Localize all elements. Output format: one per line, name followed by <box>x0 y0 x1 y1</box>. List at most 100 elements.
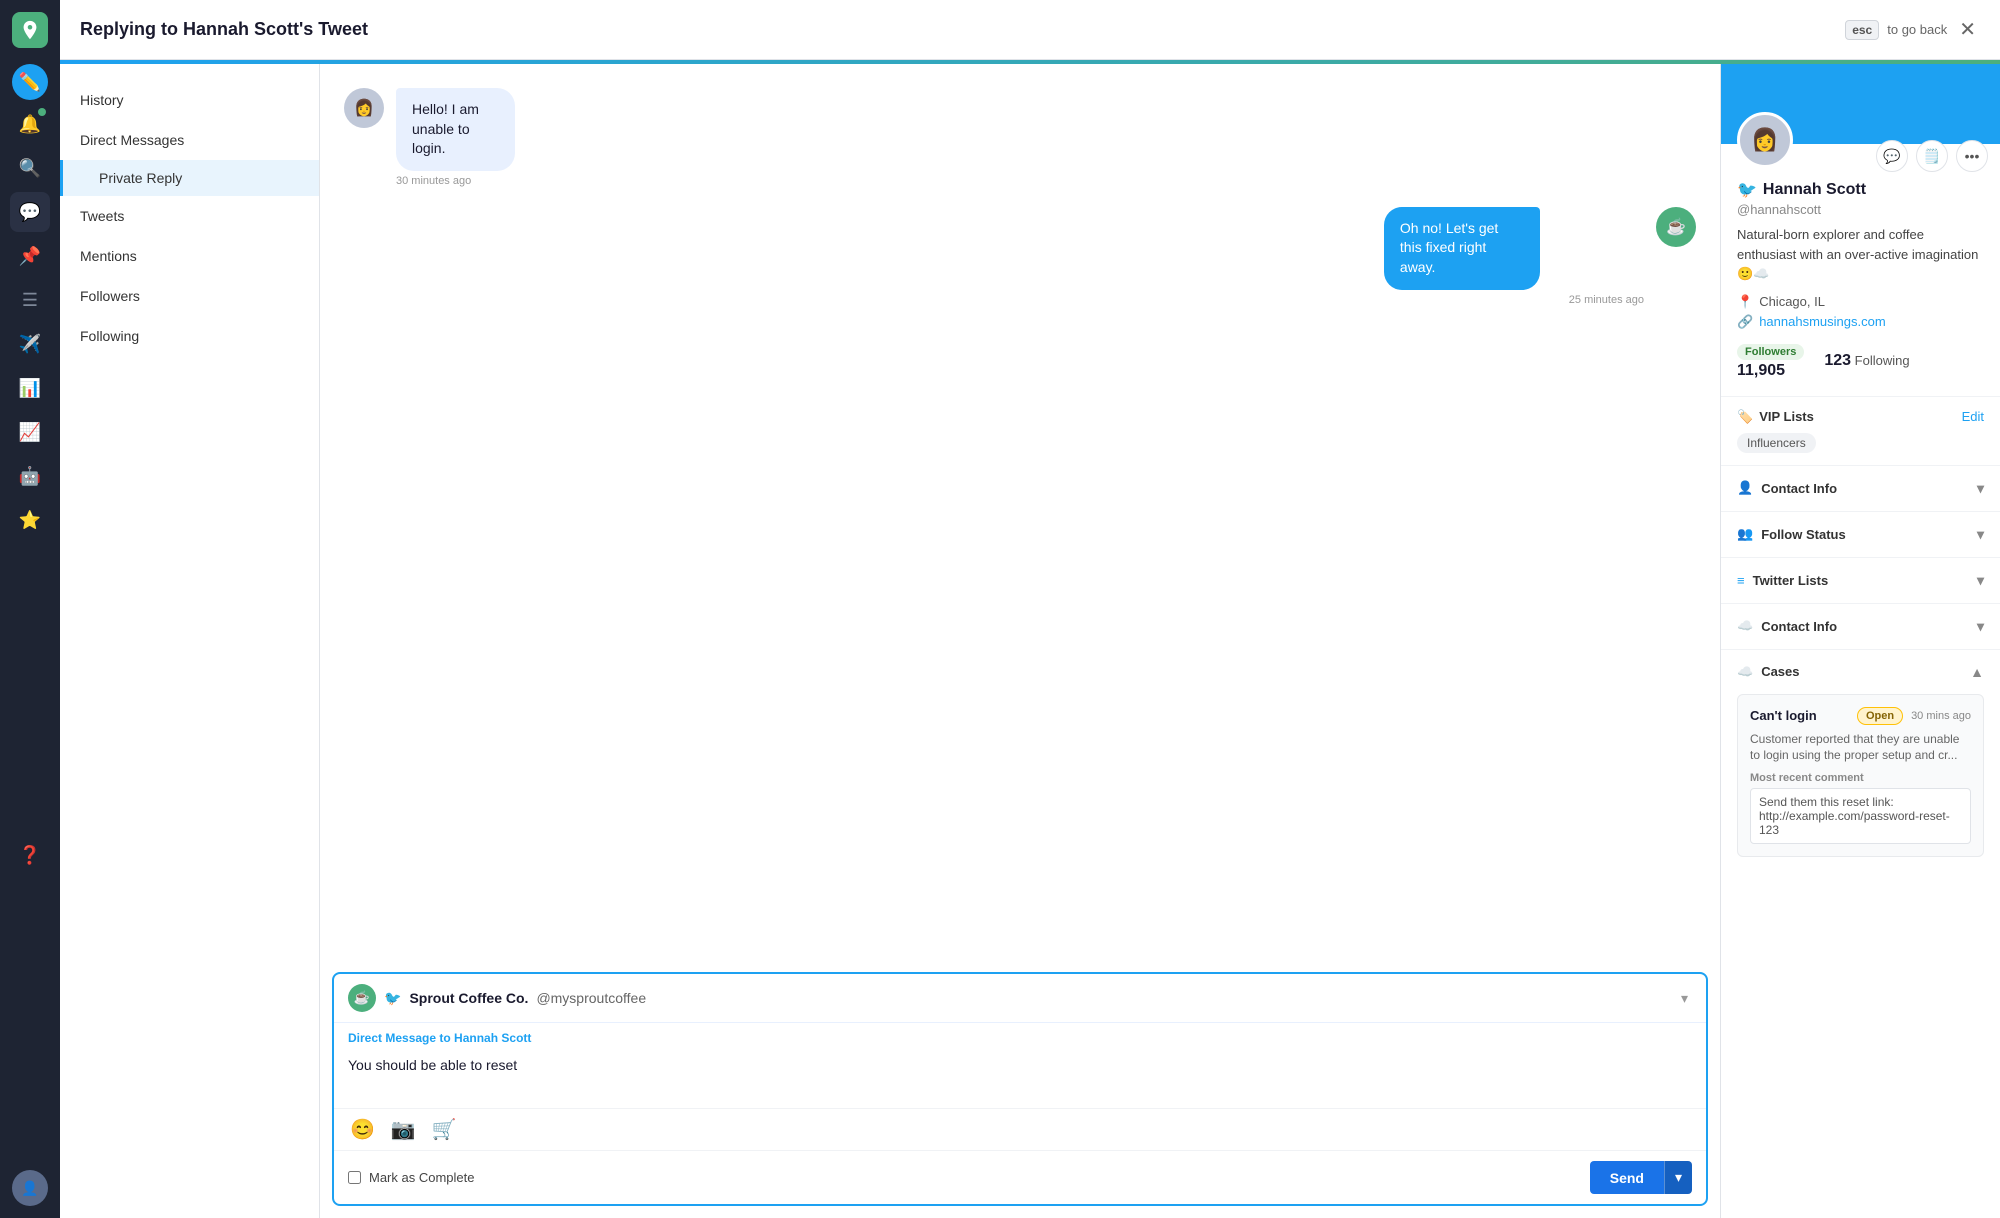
nav-send-btn[interactable]: ✈️ <box>10 324 50 364</box>
reply-box-header: ☕ 🐦 Sprout Coffee Co. @mysproutcoffee ▾ <box>334 974 1706 1023</box>
reply-sender-name: Sprout Coffee Co. <box>409 990 528 1006</box>
nav-list-btn[interactable]: ☰ <box>10 280 50 320</box>
vip-label: VIP Lists <box>1759 409 1814 424</box>
mark-complete-label[interactable]: Mark as Complete <box>348 1170 474 1185</box>
profile-more-btn[interactable]: ••• <box>1956 140 1988 172</box>
profile-banner: 👩 💬 🗒️ ••• <box>1721 64 2000 144</box>
case-status-group: Open 30 mins ago <box>1857 707 1971 725</box>
following-stat: 123 Following <box>1824 352 1909 370</box>
sf-contact-info-section: ☁️ Contact Info ▾ <box>1721 603 2000 649</box>
sf-contact-info-label: Contact Info <box>1761 619 1837 634</box>
sidebar-item-history[interactable]: History <box>60 80 319 120</box>
reply-sender: ☕ 🐦 Sprout Coffee Co. @mysproutcoffee <box>348 984 646 1012</box>
nav-compose-btn[interactable]: ✏️ <box>12 64 48 100</box>
twitter-lists-header[interactable]: ≡ Twitter Lists ▾ <box>1721 558 2000 603</box>
reply-sender-handle: @mysproutcoffee <box>536 990 646 1006</box>
outgoing-avatar-image: ☕ <box>1666 217 1686 237</box>
followers-badge: Followers <box>1737 344 1804 360</box>
reply-collapse-btn[interactable]: ▾ <box>1677 986 1692 1011</box>
sf-contact-info-chevron: ▾ <box>1977 618 1984 635</box>
reply-toolbar: 😊 📷 🛒 <box>334 1108 1706 1150</box>
followers-count: 11,905 <box>1737 362 1804 380</box>
nav-star-btn[interactable]: ⭐ <box>10 500 50 540</box>
followers-stat: Followers 11,905 <box>1737 342 1804 380</box>
analytics-icon: 📊 <box>19 378 41 399</box>
nav-pin-btn[interactable]: 📌 <box>10 236 50 276</box>
profile-twitter-icon: 🐦 <box>1737 180 1757 200</box>
contact-info-label: Contact Info <box>1761 481 1837 496</box>
help-icon: ❓ <box>19 845 41 866</box>
sidebar-item-tweets[interactable]: Tweets <box>60 196 319 236</box>
nav-inbox-btn[interactable]: 💬 <box>10 192 50 232</box>
close-button[interactable]: ✕ <box>1955 13 1980 46</box>
contact-info-header[interactable]: 👤 Contact Info ▾ <box>1721 466 2000 511</box>
profile-chat-btn[interactable]: 💬 <box>1876 140 1908 172</box>
outgoing-bubble: Oh no! Let's get this fixed right away. <box>1384 207 1540 290</box>
go-back-text: to go back <box>1887 22 1947 37</box>
contact-info-section: 👤 Contact Info ▾ <box>1721 465 2000 511</box>
conversation-area: 👩 Hello! I am unable to login. 30 minute… <box>320 64 1720 960</box>
reply-to-text: Direct Message to <box>348 1031 451 1045</box>
vip-edit-btn[interactable]: Edit <box>1962 409 1984 424</box>
cases-section: ☁️ Cases ▲ Can't login Open 30 mins ago <box>1721 649 2000 874</box>
reply-actions: Mark as Complete Send ▾ <box>334 1150 1706 1204</box>
nav-search-btn[interactable]: 🔍 <box>10 148 50 188</box>
sidebar-item-following[interactable]: Following <box>60 316 319 356</box>
nav-bot-btn[interactable]: 🤖 <box>10 456 50 496</box>
follow-status-chevron: ▾ <box>1977 526 1984 543</box>
reply-to-name[interactable]: Hannah Scott <box>454 1031 531 1045</box>
twitter-lists-chevron: ▾ <box>1977 572 1984 589</box>
compose-icon: ✏️ <box>19 72 41 93</box>
outgoing-message-row: ☕ Oh no! Let's get this fixed right away… <box>344 207 1696 306</box>
nav-notifications-btn[interactable]: 🔔 <box>10 104 50 144</box>
middle-panel: 👩 Hello! I am unable to login. 30 minute… <box>320 64 1720 1218</box>
nav-sidebar: ✏️ 🔔 🔍 💬 📌 ☰ ✈️ 📊 📈 🤖 ⭐ ❓ 👤 <box>0 0 60 1218</box>
sf-contact-info-header[interactable]: ☁️ Contact Info ▾ <box>1721 604 2000 649</box>
send-dropdown-button[interactable]: ▾ <box>1664 1161 1692 1194</box>
reply-textarea[interactable] <box>334 1053 1706 1103</box>
emoji-button[interactable]: 😊 <box>348 1115 377 1144</box>
twitter-lists-section: ≡ Twitter Lists ▾ <box>1721 557 2000 603</box>
mark-complete-checkbox[interactable] <box>348 1171 361 1184</box>
link-button[interactable]: 🛒 <box>430 1115 459 1144</box>
sidebar-item-mentions[interactable]: Mentions <box>60 236 319 276</box>
app-logo <box>12 12 48 48</box>
sf-contact-icon: ☁️ <box>1737 618 1753 634</box>
case-header: Can't login Open 30 mins ago <box>1750 707 1971 725</box>
notification-badge <box>38 108 46 116</box>
follow-status-header[interactable]: 👥 Follow Status ▾ <box>1721 512 2000 557</box>
bell-icon: 🔔 <box>19 114 41 135</box>
profile-avatar-wrap: 👩 <box>1737 112 1793 168</box>
case-title: Can't login <box>1750 708 1817 723</box>
inbox-icon: 💬 <box>19 202 41 223</box>
follow-status-label: Follow Status <box>1761 527 1846 542</box>
left-panel: History Direct Messages Private Reply Tw… <box>60 64 320 1218</box>
profile-location-text: Chicago, IL <box>1759 294 1825 309</box>
contact-info-chevron: ▾ <box>1977 480 1984 497</box>
profile-location: 📍 Chicago, IL <box>1737 294 1984 310</box>
following-count: 123 <box>1824 352 1851 369</box>
nav-reports-btn[interactable]: 📈 <box>10 412 50 452</box>
profile-name: 🐦 Hannah Scott <box>1737 180 1984 200</box>
profile-avatar-image: 👩 <box>1751 127 1778 153</box>
sidebar-item-direct-messages[interactable]: Direct Messages <box>60 120 319 160</box>
top-bar: Replying to Hannah Scott's Tweet esc to … <box>60 0 2000 60</box>
following-label: Following <box>1855 353 1910 368</box>
incoming-message-row: 👩 Hello! I am unable to login. 30 minute… <box>344 88 1696 187</box>
sidebar-item-private-reply[interactable]: Private Reply <box>60 160 319 196</box>
sidebar-item-followers[interactable]: Followers <box>60 276 319 316</box>
user-avatar[interactable]: 👤 <box>12 1170 48 1206</box>
twitter-lists-icon: ≡ <box>1737 573 1745 588</box>
profile-note-btn[interactable]: 🗒️ <box>1916 140 1948 172</box>
image-button[interactable]: 📷 <box>389 1115 418 1144</box>
send-button[interactable]: Send <box>1590 1161 1664 1194</box>
incoming-time: 30 minutes ago <box>396 175 594 187</box>
follow-status-section: 👥 Follow Status ▾ <box>1721 511 2000 557</box>
list-icon: ☰ <box>22 290 38 311</box>
nav-help-btn[interactable]: ❓ <box>10 835 50 875</box>
profile-website-link[interactable]: hannahsmusings.com <box>1759 314 1885 329</box>
cases-header[interactable]: ☁️ Cases ▲ <box>1721 650 2000 694</box>
follow-status-left: 👥 Follow Status <box>1737 526 1846 542</box>
person-icon: 👤 <box>1737 480 1753 496</box>
nav-analytics-btn[interactable]: 📊 <box>10 368 50 408</box>
